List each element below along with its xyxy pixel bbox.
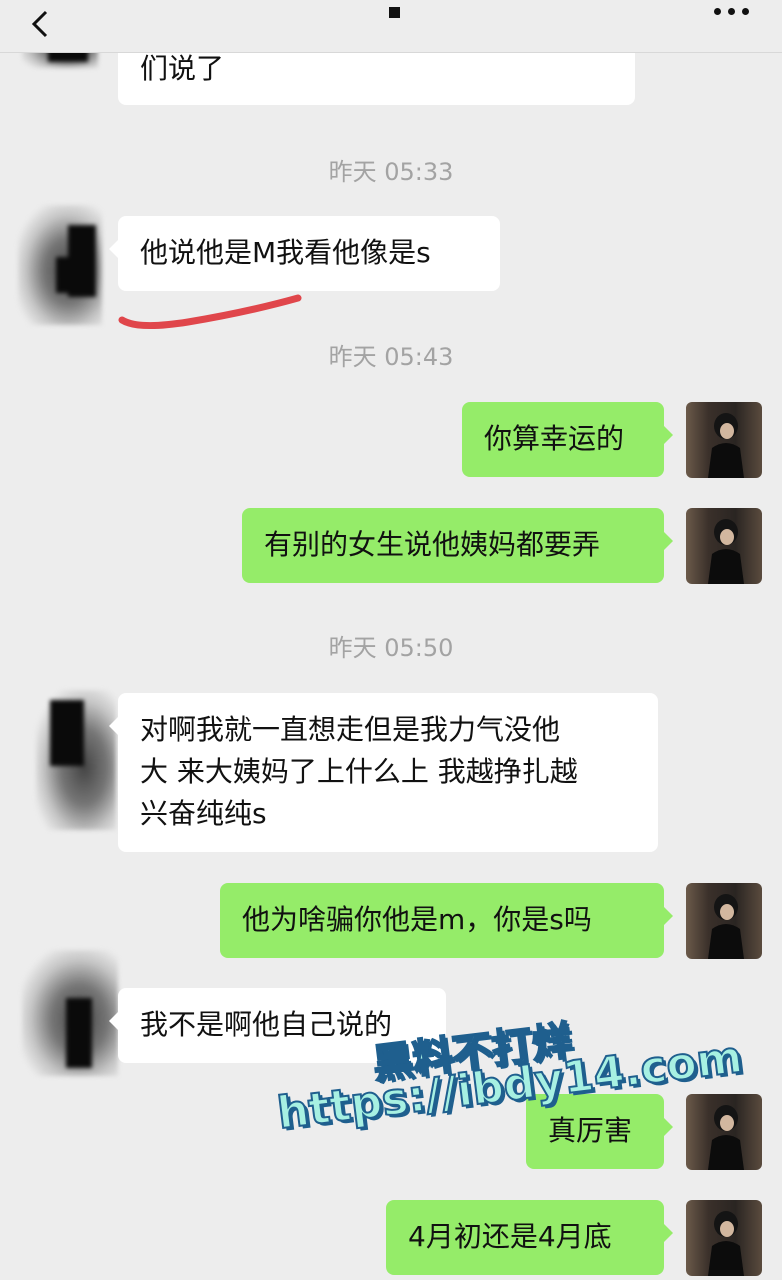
person-icon xyxy=(708,894,744,959)
message-bubble-outgoing[interactable]: 你算幸运的 xyxy=(462,402,673,477)
bubble-tail xyxy=(109,717,118,735)
message-text: 你算幸运的 xyxy=(484,422,625,455)
avatar-incoming[interactable] xyxy=(36,690,116,830)
more-dots-icon[interactable] xyxy=(714,8,750,18)
message-text: 我不是啊他自己说的 xyxy=(140,1008,393,1041)
message-text: 4月初还是4月底 xyxy=(408,1220,612,1253)
person-icon xyxy=(708,1211,744,1276)
message-text: 他说他是M我看他像是s xyxy=(140,236,431,269)
message-bubble-outgoing[interactable]: 有别的女生说他姨妈都要弄 xyxy=(242,508,673,583)
message-text: 有别的女生说他姨妈都要弄 xyxy=(264,528,601,561)
avatar-self[interactable] xyxy=(686,402,762,478)
timestamp: 昨天 05:50 xyxy=(328,634,454,662)
bubble-tail xyxy=(109,240,118,258)
message-bubble-outgoing[interactable]: 他为啥骗你他是m，你是s吗 xyxy=(220,883,673,958)
message-text-line: 大 来大姨妈了上什么上 我越挣扎越 xyxy=(140,755,578,788)
chevron-left-icon[interactable] xyxy=(28,10,54,38)
message-text: 他为啥骗你他是m，你是s吗 xyxy=(242,903,592,936)
message-text-line: 对啊我就一直想走但是我力气没他 xyxy=(140,713,561,746)
bubble-tail xyxy=(664,532,673,550)
avatar-incoming[interactable] xyxy=(18,205,102,325)
red-underline-annotation xyxy=(118,294,302,330)
timestamp: 昨天 05:33 xyxy=(328,158,454,186)
avatar-self[interactable] xyxy=(686,883,762,959)
message-text: 真厉害 xyxy=(548,1114,633,1147)
message-text: 们说了 xyxy=(140,52,225,85)
bubble-tail xyxy=(664,1224,673,1242)
message-bubble-outgoing[interactable]: 4月初还是4月底 xyxy=(386,1200,673,1275)
chat-header xyxy=(0,0,782,53)
bubble-tail xyxy=(109,1012,118,1030)
avatar-self[interactable] xyxy=(686,1200,762,1276)
message-text-line: 兴奋纯纯s xyxy=(140,797,267,830)
bubble-tail xyxy=(664,1118,673,1136)
person-icon xyxy=(708,519,744,584)
bubble-tail xyxy=(664,426,673,444)
message-bubble-incoming[interactable]: 对啊我就一直想走但是我力气没他 大 来大姨妈了上什么上 我越挣扎越 兴奋纯纯s xyxy=(109,693,658,852)
bubble-tail xyxy=(664,907,673,925)
avatar-incoming[interactable] xyxy=(22,950,118,1076)
avatar-self[interactable] xyxy=(686,1094,762,1170)
chat-title-redacted xyxy=(389,7,400,18)
message-bubble-incoming[interactable]: 他说他是M我看他像是s xyxy=(109,216,500,291)
avatar-self[interactable] xyxy=(686,508,762,584)
person-icon xyxy=(708,413,744,478)
timestamp: 昨天 05:43 xyxy=(328,343,454,371)
person-icon xyxy=(708,1105,744,1170)
